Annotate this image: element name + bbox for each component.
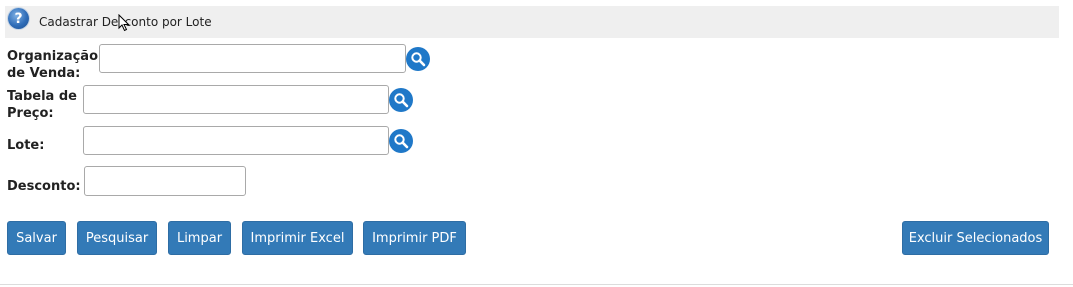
title-bar: ? Cadastrar Desconto por Lote bbox=[5, 6, 1059, 38]
mouse-cursor-icon bbox=[118, 14, 130, 32]
organizacao-label: Organização de Venda: bbox=[7, 48, 98, 82]
bottom-divider bbox=[0, 284, 1073, 285]
tabela-label-line1: Tabela de bbox=[7, 89, 77, 104]
excluir-selecionados-button[interactable]: Excluir Selecionados bbox=[902, 221, 1049, 255]
lote-label: Lote: bbox=[7, 138, 45, 153]
magnifier-icon bbox=[394, 93, 409, 108]
organizacao-input[interactable] bbox=[99, 44, 406, 73]
salvar-button[interactable]: Salvar bbox=[7, 221, 66, 255]
imprimir-pdf-button[interactable]: Imprimir PDF bbox=[363, 221, 466, 255]
desconto-label: Desconto: bbox=[7, 179, 81, 194]
limpar-button[interactable]: Limpar bbox=[168, 221, 231, 255]
tabela-label-line2: Preço: bbox=[7, 106, 54, 121]
pesquisar-button[interactable]: Pesquisar bbox=[77, 221, 157, 255]
lote-input[interactable] bbox=[83, 126, 389, 155]
lote-search-button[interactable] bbox=[389, 129, 413, 153]
tabela-input[interactable] bbox=[83, 85, 389, 114]
imprimir-excel-button[interactable]: Imprimir Excel bbox=[242, 221, 353, 255]
tabela-search-button[interactable] bbox=[389, 88, 413, 112]
desconto-input[interactable] bbox=[84, 166, 246, 196]
organizacao-search-button[interactable] bbox=[406, 47, 430, 71]
magnifier-icon bbox=[411, 52, 426, 67]
help-icon[interactable]: ? bbox=[8, 8, 29, 29]
magnifier-icon bbox=[394, 134, 409, 149]
tabela-label: Tabela de Preço: bbox=[7, 88, 77, 122]
page-root: ? Cadastrar Desconto por Lote Organizaçã… bbox=[0, 0, 1073, 287]
organizacao-label-line1: Organização bbox=[7, 49, 98, 64]
organizacao-label-line2: de Venda: bbox=[7, 66, 81, 81]
